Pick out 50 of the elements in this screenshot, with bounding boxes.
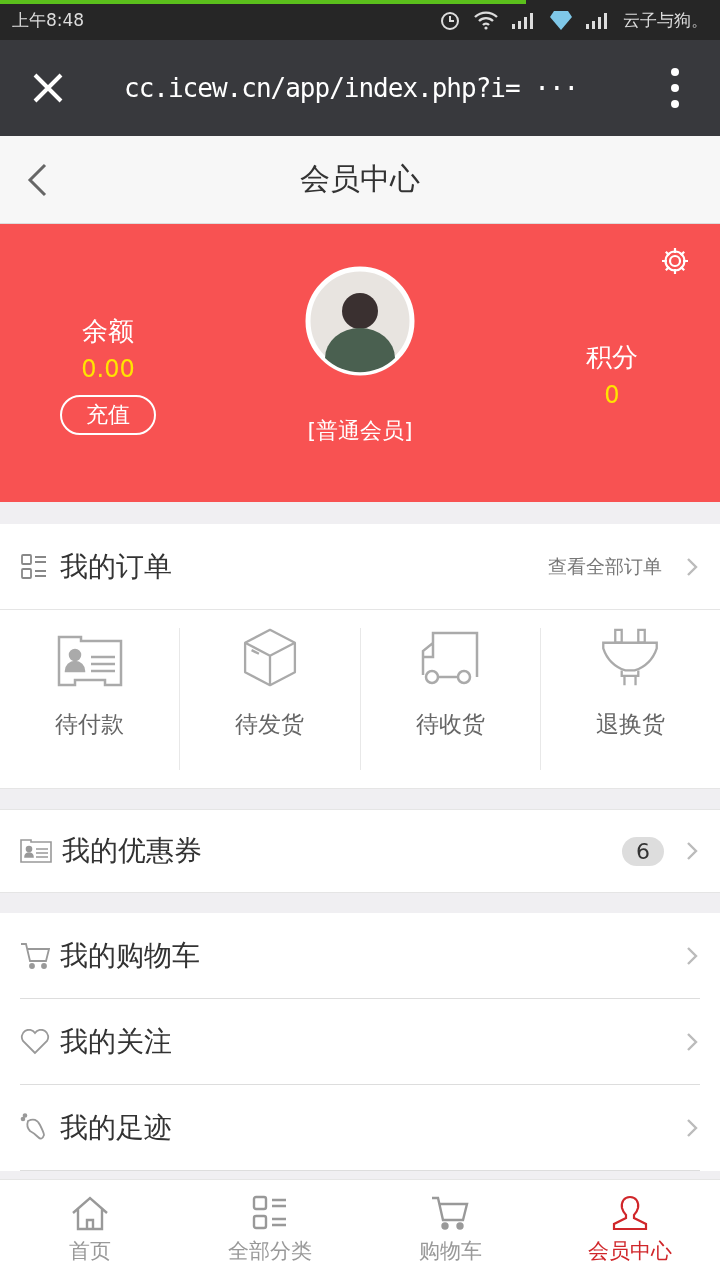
points-label: 积分 (586, 341, 638, 374)
diamond-icon (549, 9, 573, 31)
heart-icon (20, 1028, 50, 1055)
coupons-label: 我的优惠券 (62, 833, 202, 869)
view-all-orders-link[interactable]: 查看全部订单 (548, 553, 662, 580)
close-icon[interactable] (32, 72, 64, 104)
chevron-icon (686, 1117, 698, 1138)
order-status-item[interactable]: 退换货 (540, 628, 720, 770)
user-icon (611, 1195, 649, 1231)
chevron-icon (686, 556, 698, 577)
alarm-icon (439, 9, 461, 31)
orders-row[interactable]: 我的订单 查看全部订单 (0, 524, 720, 610)
balance-value: 0.00 (81, 355, 135, 383)
order-status-label: 待收货 (415, 710, 485, 739)
orders-title: 我的订单 (60, 548, 172, 585)
points-value: 0 (604, 381, 620, 409)
chevron-icon (686, 1031, 698, 1052)
nav-tab[interactable]: 全部分类 (180, 1180, 360, 1280)
coupon-card-icon (20, 838, 52, 864)
back-icon[interactable] (26, 163, 48, 197)
coupon-count-badge: 6 (622, 836, 664, 866)
status-time: 上午8:48 (12, 8, 85, 32)
page-title: 会员中心 (300, 160, 420, 198)
cart-icon (431, 1195, 469, 1231)
wifi-icon (473, 10, 499, 30)
menu-item-label: 我的关注 (60, 1023, 172, 1060)
home-icon (70, 1195, 110, 1231)
order-status-label: 待发货 (235, 710, 305, 739)
balance-label: 余额 (82, 315, 134, 348)
member-level: [普通会员] (307, 417, 413, 445)
list-icon (20, 552, 48, 581)
recharge-button[interactable]: 充值 (60, 395, 156, 435)
chevron-icon (686, 945, 698, 966)
menu-item-label: 我的足迹 (60, 1109, 172, 1146)
order-status-item[interactable]: 待发货 (180, 628, 361, 770)
category-grid-icon (252, 1195, 288, 1231)
order-status-item[interactable]: 待付款 (0, 628, 181, 770)
order-status-label: 待付款 (55, 710, 125, 739)
carrier-name: 云子与狗。 (623, 8, 708, 32)
chevron-icon (686, 841, 698, 861)
more-menu-icon[interactable] (670, 68, 680, 108)
order-status-item[interactable]: 待收货 (360, 628, 541, 770)
nav-tab[interactable]: 会员中心 (540, 1180, 720, 1280)
id-card-icon (56, 633, 123, 687)
cart-icon (20, 941, 50, 970)
truck-icon (420, 631, 481, 687)
coupons-row[interactable]: 我的优惠券 6 (0, 809, 720, 893)
menu-item-label: 我的购物车 (60, 937, 200, 974)
settings-icon[interactable] (660, 246, 690, 276)
order-status-label: 退换货 (595, 710, 665, 739)
